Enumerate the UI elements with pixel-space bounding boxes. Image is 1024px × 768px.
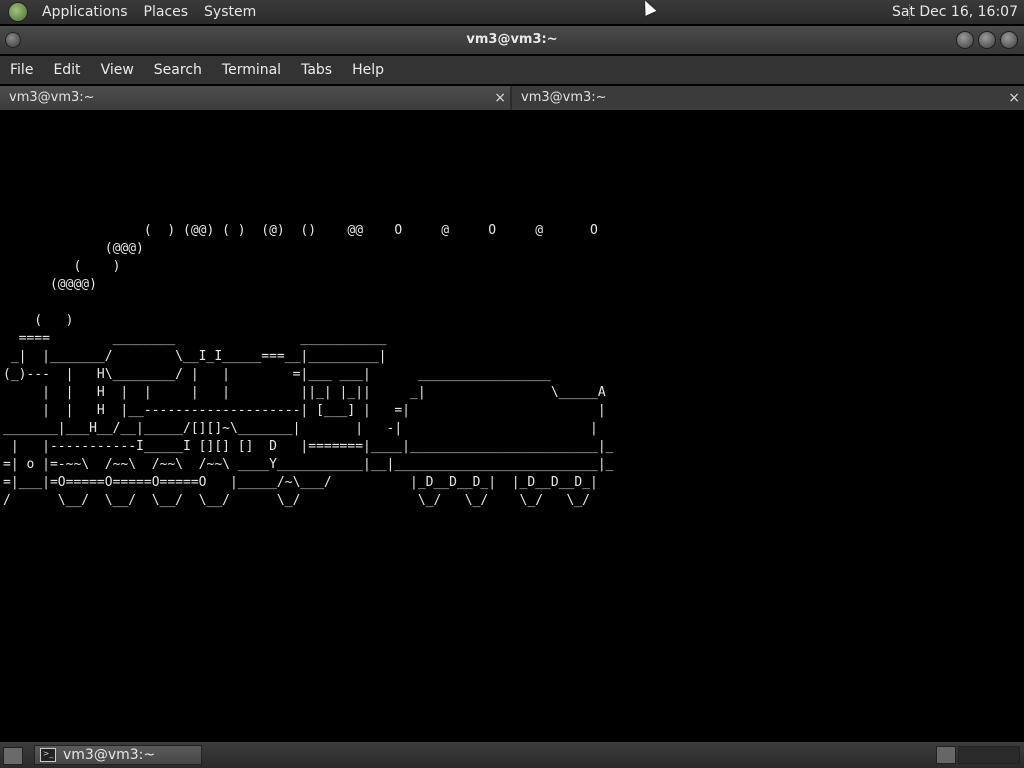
system-menu[interactable]: System — [196, 4, 264, 20]
desktop: Applications Places System Sat Dec 16, 1… — [0, 0, 1024, 768]
tab-label: vm3@vm3:~ — [521, 90, 607, 105]
menu-help[interactable]: Help — [342, 62, 394, 78]
clock[interactable]: Sat Dec 16, 16:07 — [892, 4, 1018, 20]
workspace-switcher[interactable] — [958, 746, 1020, 764]
tab-bar: vm3@vm3:~ × vm3@vm3:~ × — [0, 86, 1024, 110]
top-panel: Applications Places System Sat Dec 16, 1… — [0, 0, 1024, 24]
window-menu-button[interactable] — [5, 32, 21, 48]
menu-file[interactable]: File — [0, 62, 43, 78]
maximize-button[interactable] — [978, 31, 996, 49]
bottom-panel: >_ vm3@vm3:~ — [0, 742, 1024, 768]
taskbar-window-label: vm3@vm3:~ — [63, 747, 156, 763]
window-titlebar[interactable]: vm3@vm3:~ — [0, 26, 1024, 54]
distro-logo-icon[interactable] — [8, 2, 28, 22]
terminal-area[interactable]: ( ) (@@) ( ) (@) () @@ O @ O @ O (@@@) (… — [0, 112, 1024, 742]
terminal-icon: >_ — [40, 748, 56, 762]
minimize-button[interactable] — [956, 31, 974, 49]
close-tab-icon[interactable]: × — [1008, 86, 1020, 110]
window-title: vm3@vm3:~ — [466, 32, 558, 47]
menu-tabs[interactable]: Tabs — [291, 62, 342, 78]
menubar: File Edit View Search Terminal Tabs Help — [0, 56, 1024, 84]
menu-edit[interactable]: Edit — [43, 62, 90, 78]
applications-menu[interactable]: Applications — [34, 4, 136, 20]
tab-2[interactable]: vm3@vm3:~ × — [512, 86, 1024, 110]
close-window-button[interactable] — [1000, 31, 1018, 49]
tab-label: vm3@vm3:~ — [9, 90, 95, 105]
close-tab-icon[interactable]: × — [494, 86, 506, 110]
terminal-output: ( ) (@@) ( ) (@) () @@ O @ O @ O (@@@) (… — [3, 223, 614, 508]
tab-1[interactable]: vm3@vm3:~ × — [0, 86, 510, 110]
menu-terminal[interactable]: Terminal — [212, 62, 291, 78]
workspace-1-button[interactable] — [936, 746, 956, 764]
menu-search[interactable]: Search — [144, 62, 212, 78]
taskbar-window-button[interactable]: >_ vm3@vm3:~ — [34, 745, 202, 765]
places-menu[interactable]: Places — [136, 4, 197, 20]
menu-view[interactable]: View — [91, 62, 144, 78]
show-desktop-icon[interactable] — [3, 747, 23, 765]
